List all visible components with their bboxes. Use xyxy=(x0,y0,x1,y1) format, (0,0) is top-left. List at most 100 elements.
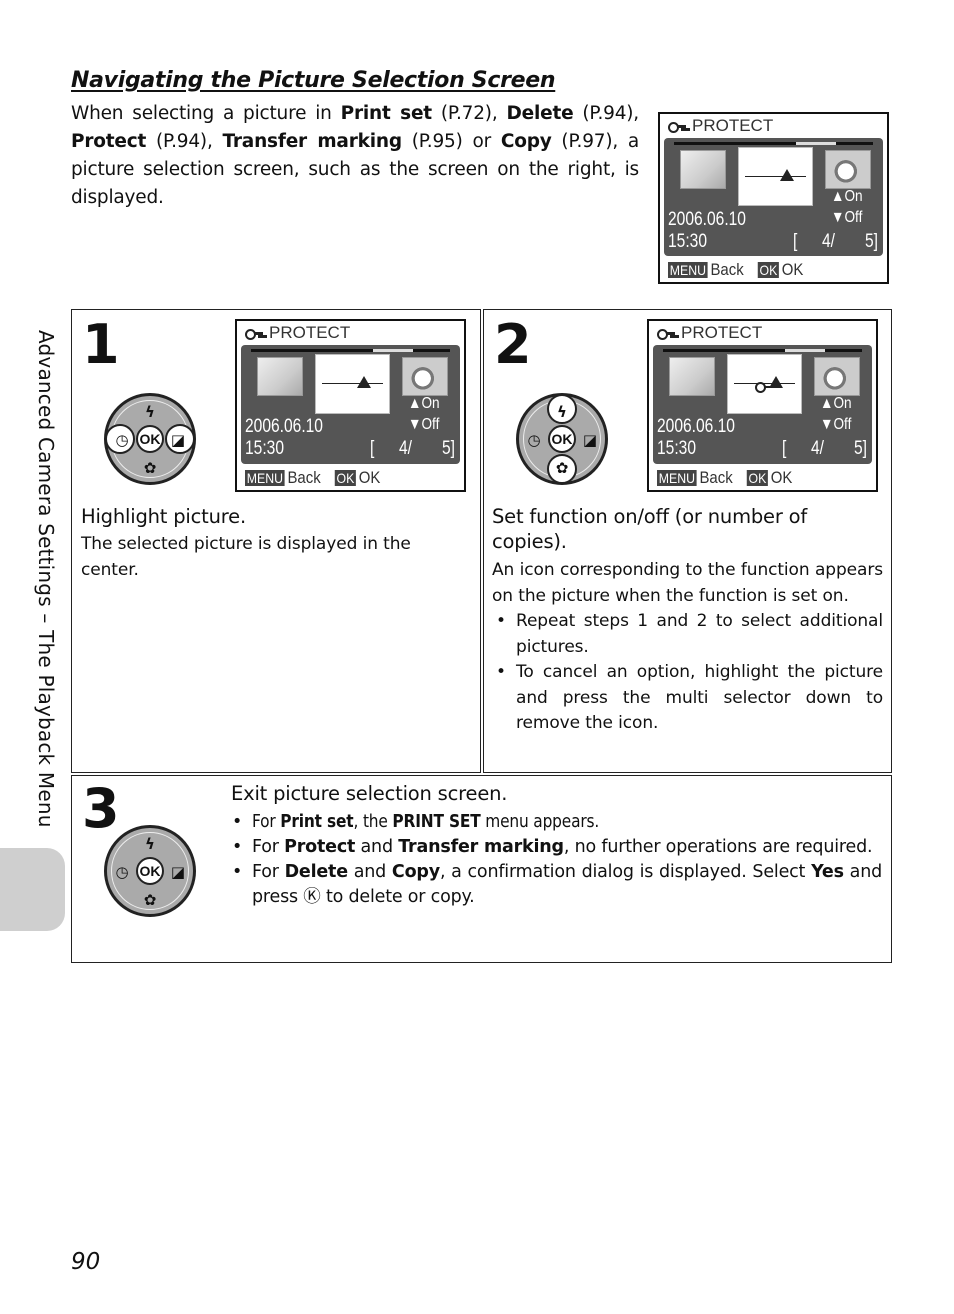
chapter-side-label: Advanced Camera Settings – The Playback … xyxy=(34,330,58,828)
down-triangle-icon: ▼ xyxy=(408,416,422,434)
up-triangle-icon: ▲ xyxy=(820,395,834,413)
date-readout: 2006.06.10 xyxy=(657,416,735,438)
time-readout: 15:30 xyxy=(245,438,284,460)
thumbnail-previous xyxy=(256,357,304,396)
step-title: Exit picture selection screen. xyxy=(231,782,508,805)
thumbnail-previous xyxy=(668,357,716,396)
off-option: ▼Off xyxy=(408,416,440,434)
emphasis-text: Transfer marking xyxy=(398,837,564,857)
menu-option-name: Transfer marking xyxy=(222,131,402,152)
bullet-item: To cancel an option, highlight the pictu… xyxy=(492,660,883,737)
ok-label: OK xyxy=(781,260,804,279)
thumbnail-next xyxy=(401,357,449,396)
bullet-text: , no further operations are required. xyxy=(563,837,873,857)
bullet-text: , the xyxy=(353,812,393,832)
emphasis-text: Print set xyxy=(280,812,354,832)
macro-icon: ✿ xyxy=(555,459,569,477)
up-triangle-icon: ▲ xyxy=(408,395,422,413)
up-triangle-icon: ▲ xyxy=(831,188,845,206)
date-readout: 2006.06.10 xyxy=(245,416,323,438)
step-title: Highlight picture. xyxy=(81,505,246,528)
back-label: Back xyxy=(287,468,321,487)
key-icon xyxy=(668,121,686,133)
step-3-bullets: For Print set, the PRINT SET menu appear… xyxy=(228,810,882,910)
multi-selector-dial: ϟ ✿ ◷ ◪ OK xyxy=(104,393,196,485)
camera-screen: PROTECT ▲On ▼Off 2006.06.10 15:30 [ 4/ 5… xyxy=(647,319,878,492)
back-label: Back xyxy=(699,468,733,487)
camera-screen: PROTECT ▲On ▼Off 2006.06.10 15:30 [ 4/ 5… xyxy=(658,112,889,284)
menu-option-name: Protect xyxy=(71,131,147,152)
bullet-item: For Print set, the PRINT SET menu appear… xyxy=(228,810,882,835)
ok-button-icon: Ⓚ xyxy=(303,887,321,907)
back-label: Back xyxy=(710,260,744,279)
emphasis-text: Yes xyxy=(811,862,844,882)
ok-label: OK xyxy=(358,468,381,487)
self-timer-icon: ◷ xyxy=(115,431,129,449)
key-icon xyxy=(657,328,675,340)
screen-header: PROTECT xyxy=(245,323,350,343)
scroll-bar-position xyxy=(796,142,836,145)
ok-button: OK xyxy=(136,857,164,885)
chapter-tab xyxy=(0,848,65,931)
intro-text: (P.72), xyxy=(431,103,507,124)
time-readout: 15:30 xyxy=(668,230,707,252)
screen-title: PROTECT xyxy=(681,323,763,342)
bullet-text: and xyxy=(355,837,399,857)
screen-title: PROTECT xyxy=(692,116,774,135)
thumbnail-selected xyxy=(737,147,814,207)
emphasis-text: PRINT SET xyxy=(392,812,481,832)
page-number: 90 xyxy=(71,1249,101,1275)
screen-footer: MENU Back OK OK xyxy=(668,260,803,280)
bullet-text: For xyxy=(252,862,285,882)
self-timer-icon: ◷ xyxy=(115,863,129,881)
counter-total: 5] xyxy=(853,438,867,460)
menu-button-tag: MENU xyxy=(245,470,285,486)
bullet-text: For xyxy=(252,837,285,857)
exposure-comp-icon: ◪ xyxy=(170,863,186,881)
bullet-text: For xyxy=(252,812,281,832)
counter-total: 5] xyxy=(864,230,878,252)
step-2-bullets: Repeat steps 1 and 2 to select additiona… xyxy=(492,609,883,737)
step-body: An icon corresponding to the function ap… xyxy=(492,558,883,737)
self-timer-icon: ◷ xyxy=(527,431,541,449)
bullet-item: Repeat steps 1 and 2 to select additiona… xyxy=(492,609,883,660)
emphasis-text: Delete xyxy=(284,862,349,882)
screen-title: PROTECT xyxy=(269,323,351,342)
step-title: Set function on/off (or number of copies… xyxy=(492,505,808,553)
step-number: 3 xyxy=(82,777,120,840)
menu-option-name: Copy xyxy=(500,131,552,152)
thumbnail-next xyxy=(813,357,861,396)
screen-panel: ▲On ▼Off 2006.06.10 15:30 [ 4/ 5] xyxy=(653,345,872,464)
menu-option-name: Print set xyxy=(340,103,433,124)
bullet-text: and xyxy=(347,862,392,882)
scroll-bar-position xyxy=(785,349,825,352)
counter-bracket: [ xyxy=(782,438,787,460)
down-triangle-icon: ▼ xyxy=(820,416,834,434)
thumbnail-previous xyxy=(679,150,727,189)
intro-text: When selecting a picture in xyxy=(71,103,341,124)
multi-selector-dial: ϟ ✿ ◷ ◪ OK xyxy=(516,393,608,485)
ok-button-tag: OK xyxy=(334,470,357,486)
ok-button-tag: OK xyxy=(746,470,769,486)
intro-text: (P.94), xyxy=(573,103,639,124)
scroll-bar-position xyxy=(373,349,413,352)
macro-icon: ✿ xyxy=(143,891,157,909)
multi-selector-dial: ϟ ✿ ◷ ◪ OK xyxy=(104,825,196,917)
down-triangle-icon: ▼ xyxy=(831,208,845,226)
menu-button-tag: MENU xyxy=(668,262,708,278)
macro-icon: ✿ xyxy=(143,459,157,477)
scroll-bar xyxy=(663,349,862,352)
step-body: The selected picture is displayed in the… xyxy=(81,534,411,580)
counter-current: 4/ xyxy=(811,438,825,460)
counter-bracket: [ xyxy=(370,438,375,460)
bullet-item: For Delete and Copy, a confirmation dial… xyxy=(228,860,882,910)
intro-paragraph: When selecting a picture in Print set (P… xyxy=(71,100,639,212)
step-number: 1 xyxy=(82,313,120,376)
counter-current: 4/ xyxy=(399,438,413,460)
scroll-bar xyxy=(674,142,873,145)
on-option: ▲On xyxy=(408,395,440,413)
ok-button-tag: OK xyxy=(757,262,780,278)
step-number: 2 xyxy=(494,313,532,376)
emphasis-text: Protect xyxy=(284,837,356,857)
flash-icon: ϟ xyxy=(145,403,155,421)
